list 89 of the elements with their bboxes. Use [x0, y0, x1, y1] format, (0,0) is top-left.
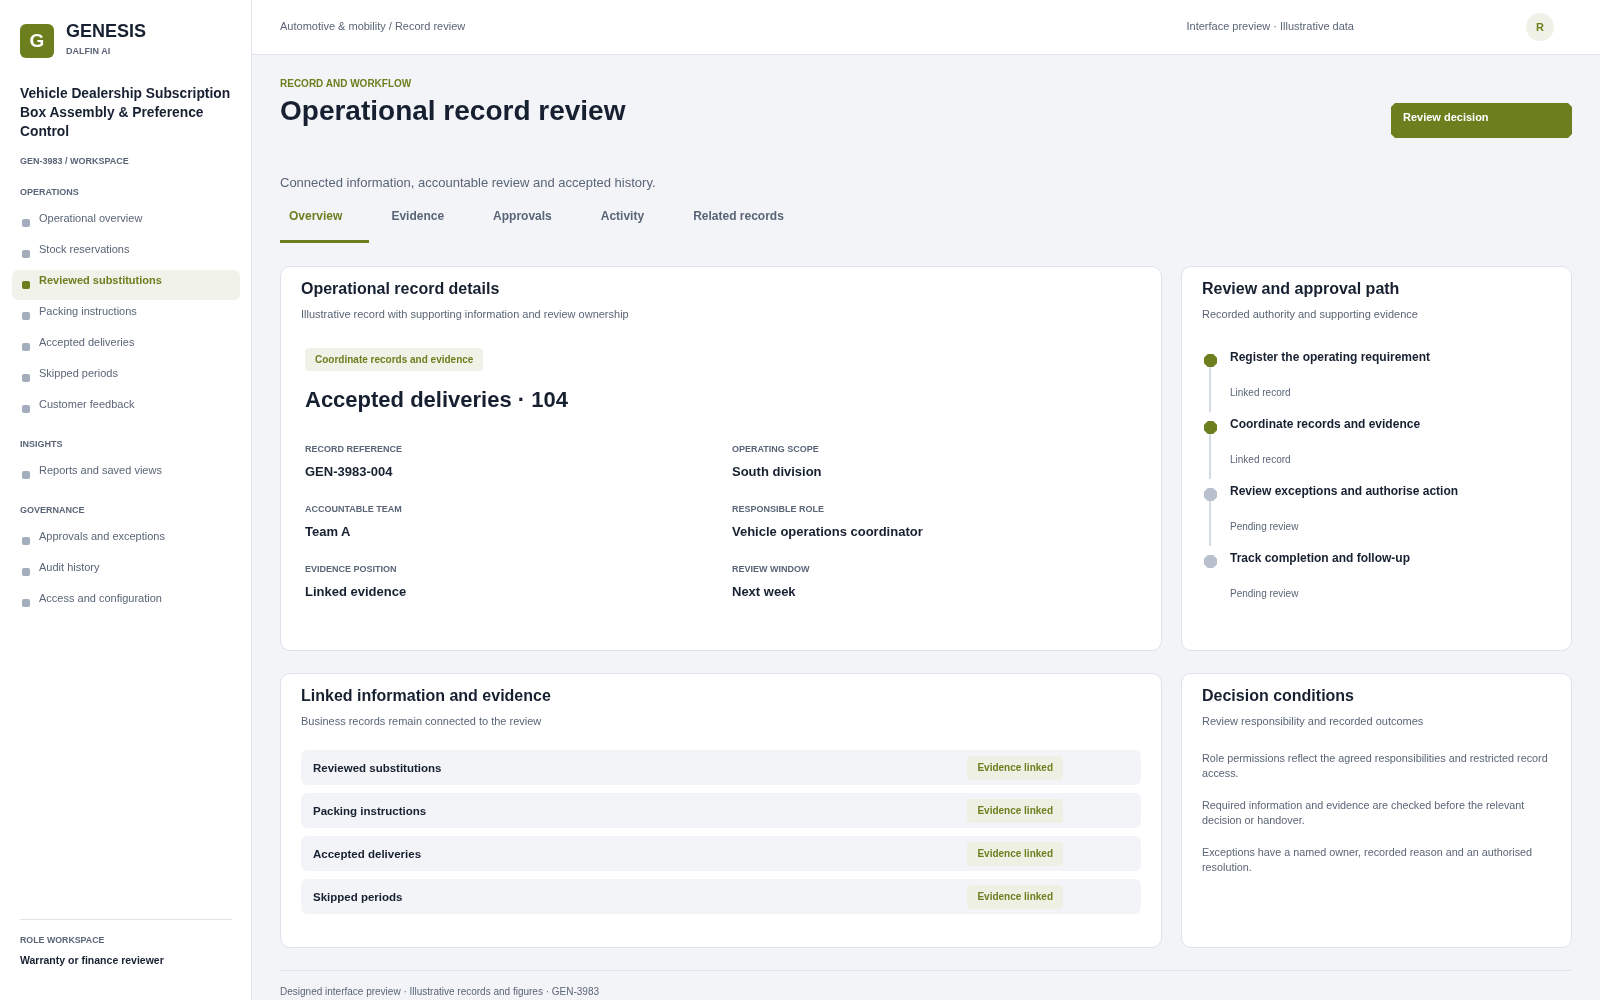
record-name: Reviewed substitutions	[313, 760, 443, 775]
square-bullet-icon	[22, 536, 30, 545]
square-bullet-icon	[22, 404, 30, 413]
record-name: Packing instructions	[313, 803, 428, 818]
role-value: Warranty or finance reviewer	[20, 954, 165, 967]
field-label: ACCOUNTABLE TEAM	[305, 503, 403, 515]
record-headline: Accepted deliveries · 104	[305, 386, 569, 414]
field-label: EVIDENCE POSITION	[305, 563, 398, 575]
brand-logo: G	[20, 24, 54, 58]
step-note: Linked record	[1230, 386, 1292, 399]
step-connector	[1209, 433, 1211, 479]
tab[interactable]: Related records	[684, 199, 811, 243]
tab[interactable]: Overview	[280, 199, 370, 243]
condition-text: Required information and evidence are checked before the relevant decision or handover.	[1202, 797, 1526, 828]
field-label: REVIEW WINDOW	[732, 563, 811, 575]
field-value: Linked evidence	[305, 584, 408, 600]
card-subtitle: Business records remain connected to the review	[301, 714, 543, 728]
field-label: RESPONSIBLE ROLE	[732, 503, 825, 515]
tab[interactable]: Activity	[591, 199, 672, 243]
step-note: Linked record	[1230, 453, 1292, 466]
evidence-tag: Evidence linked	[967, 798, 1063, 823]
page-eyebrow: RECORD AND WORKFLOW	[280, 78, 413, 90]
field-label: RECORD REFERENCE	[305, 443, 403, 455]
role-label: ROLE WORKSPACE	[20, 935, 106, 946]
footer-note: Designed interface preview · Illustrative records and figures · GEN-3983	[280, 986, 600, 997]
brand-name: GENESIS	[66, 20, 147, 42]
evidence-tag: Evidence linked	[967, 884, 1063, 909]
square-bullet-icon	[22, 567, 30, 576]
nav-item[interactable]: Approvals and exceptions	[12, 525, 240, 556]
tab[interactable]: Approvals	[484, 199, 579, 243]
record-name: Skipped periods	[313, 889, 404, 904]
field-value: Vehicle operations coordinator	[732, 524, 924, 540]
square-bullet-icon	[22, 249, 30, 258]
square-bullet-icon	[22, 218, 30, 227]
step-note: Pending review	[1230, 520, 1300, 533]
preview-note: Interface preview · Illustrative data	[1186, 19, 1354, 32]
card-title: Linked information and evidence	[301, 686, 552, 706]
step-title: Register the operating requirement	[1230, 349, 1432, 365]
card-title: Operational record details	[301, 279, 501, 299]
field-value: Team A	[305, 524, 352, 540]
nav-item[interactable]: Skipped periods	[12, 362, 240, 393]
step-title: Review exceptions and authorise action	[1230, 483, 1460, 499]
project-path: GEN-3983 / WORKSPACE	[20, 154, 130, 167]
card-title: Decision conditions	[1202, 686, 1355, 706]
square-bullet-icon	[22, 280, 30, 289]
square-bullet-icon	[22, 373, 30, 382]
brand-org: DALFIN AI	[66, 44, 112, 57]
card-title: Review and approval path	[1202, 279, 1401, 299]
page-title: Operational record review	[280, 94, 626, 128]
nav-section-heading: INSIGHTS	[20, 437, 64, 450]
nav-item[interactable]: Access and configuration	[12, 587, 240, 618]
condition-text: Role permissions reflect the agreed responsibilities and restricted record access.	[1202, 750, 1549, 781]
card-subtitle: Illustrative record with supporting information and review ownership	[301, 307, 630, 321]
nav-item[interactable]: Audit history	[12, 556, 240, 587]
field-value: South division	[732, 464, 823, 480]
nav-item[interactable]: Packing instructions	[12, 300, 240, 331]
nav-item[interactable]: Customer feedback	[12, 393, 240, 424]
page-subtitle: Connected information, accountable review and accepted history.	[280, 175, 657, 191]
record-name: Accepted deliveries	[313, 846, 423, 861]
stage-tag: Coordinate records and evidence	[305, 348, 484, 371]
evidence-tag: Evidence linked	[967, 841, 1063, 866]
nav-item[interactable]: Operational overview	[12, 207, 240, 238]
step-connector	[1209, 500, 1211, 546]
nav-item[interactable]: Stock reservations	[12, 238, 240, 269]
review-decision-button[interactable]: Review decision	[1391, 103, 1572, 138]
nav-section-heading: GOVERNANCE	[20, 503, 86, 516]
step-connector	[1209, 366, 1211, 412]
field-value: Next week	[732, 584, 797, 600]
nav-item[interactable]: Reports and saved views	[12, 459, 240, 490]
project-title: Vehicle Dealership Subscription Box Assembly & Preference Control	[20, 85, 232, 141]
square-bullet-icon	[22, 342, 30, 351]
square-bullet-icon	[22, 598, 30, 607]
condition-text: Exceptions have a named owner, recorded reason and an authorised resolution.	[1202, 844, 1534, 875]
step-title: Coordinate records and evidence	[1230, 416, 1422, 432]
card-subtitle: Recorded authority and supporting evidence	[1202, 307, 1419, 321]
breadcrumb: Automotive & mobility / Record review	[280, 19, 467, 32]
step-note: Pending review	[1230, 587, 1300, 600]
field-label: OPERATING SCOPE	[732, 443, 820, 455]
step-title: Track completion and follow-up	[1230, 550, 1411, 566]
square-bullet-icon	[22, 311, 30, 320]
nav-item[interactable]: Reviewed substitutions	[12, 269, 240, 300]
nav-item[interactable]: Accepted deliveries	[12, 331, 240, 362]
card-subtitle: Review responsibility and recorded outcomes	[1202, 714, 1425, 728]
user-avatar[interactable]: R	[1526, 13, 1554, 41]
nav-section-heading: OPERATIONS	[20, 185, 80, 198]
square-bullet-icon	[22, 470, 30, 479]
tab[interactable]: Evidence	[382, 199, 472, 243]
evidence-tag: Evidence linked	[967, 755, 1063, 780]
field-value: GEN-3983-004	[305, 464, 394, 480]
